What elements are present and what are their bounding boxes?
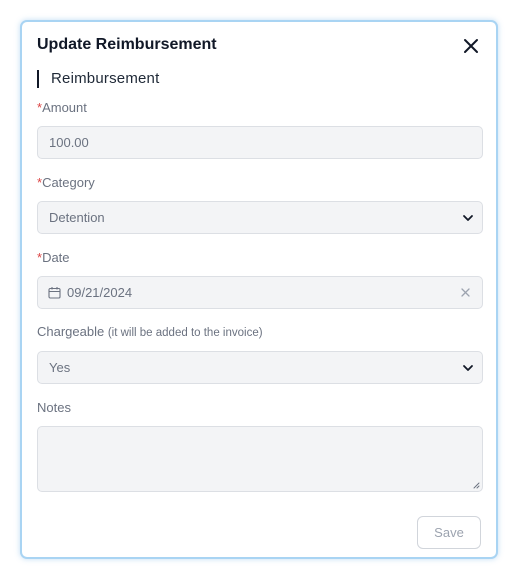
chargeable-label-text: Chargeable <box>37 324 105 339</box>
close-button[interactable] <box>462 37 480 55</box>
category-select[interactable]: Detention <box>37 201 483 234</box>
date-picker[interactable]: 09/21/2024 <box>37 276 483 309</box>
category-label: *Category <box>37 175 95 190</box>
close-icon <box>464 39 478 53</box>
amount-label: *Amount <box>37 100 87 115</box>
date-label: *Date <box>37 250 70 265</box>
section-heading: Reimbursement <box>37 70 159 88</box>
category-label-text: Category <box>42 175 95 190</box>
chargeable-hint: (it will be added to the invoice) <box>107 327 263 339</box>
dialog-title: Update Reimbursement <box>37 36 217 53</box>
update-reimbursement-dialog: Update Reimbursement Reimbursement *Amou… <box>20 20 498 559</box>
chargeable-select[interactable]: Yes <box>37 351 483 384</box>
amount-value: 100.00 <box>49 135 89 150</box>
clear-icon[interactable] <box>461 288 470 297</box>
calendar-icon <box>48 287 61 299</box>
amount-label-text: Amount <box>42 100 87 115</box>
chargeable-label: Chargeable (it will be added to the invo… <box>37 324 263 339</box>
date-value: 09/21/2024 <box>67 285 133 300</box>
chevron-down-icon <box>463 215 473 221</box>
notes-textarea[interactable] <box>37 426 483 492</box>
date-label-text: Date <box>42 250 70 265</box>
chevron-down-icon <box>463 365 473 371</box>
category-value: Detention <box>49 210 105 225</box>
amount-input[interactable]: 100.00 <box>37 126 483 159</box>
notes-label: Notes <box>37 400 71 415</box>
chargeable-value: Yes <box>49 360 71 375</box>
resize-grip-icon[interactable] <box>472 481 480 489</box>
save-button[interactable]: Save <box>417 516 481 549</box>
